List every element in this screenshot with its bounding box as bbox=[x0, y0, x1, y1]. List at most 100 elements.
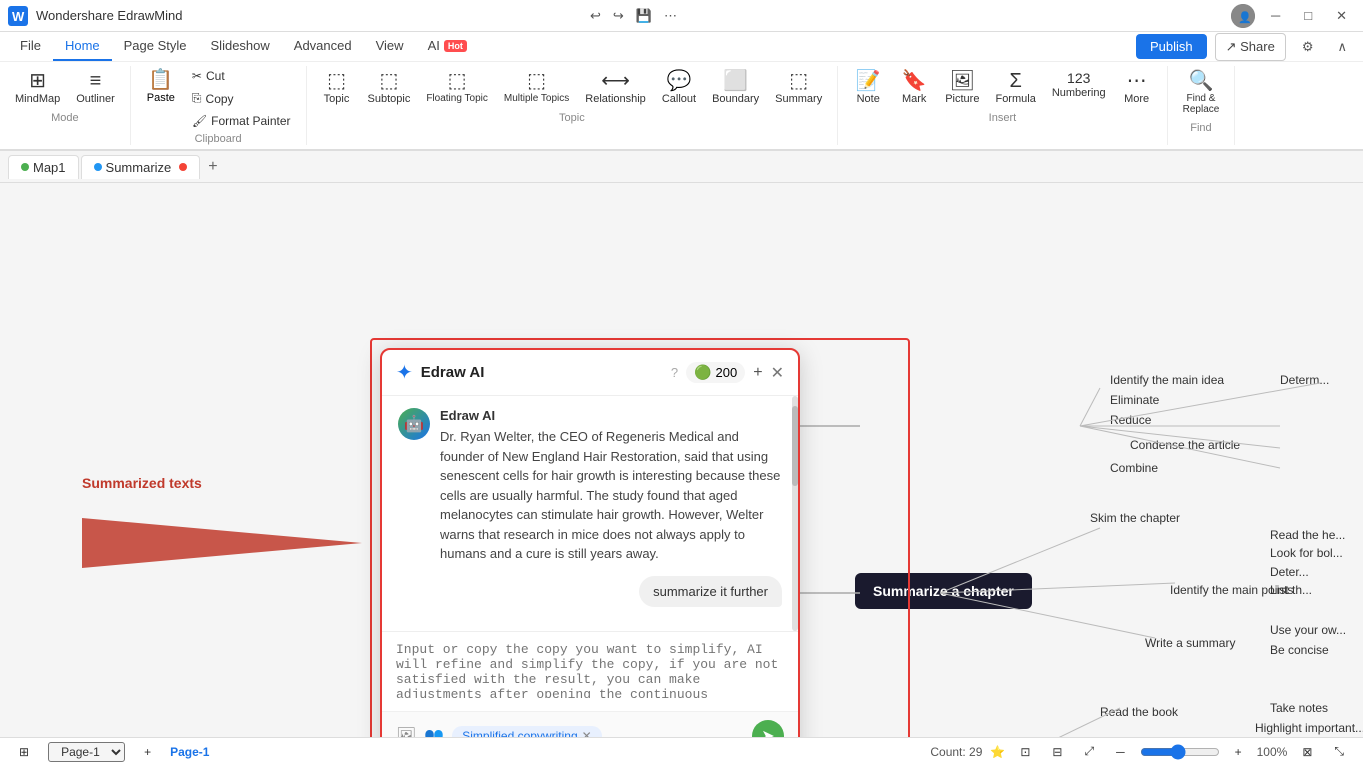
leaf-read-he: Read the he... bbox=[1270, 528, 1345, 542]
publish-button[interactable]: Publish bbox=[1136, 34, 1207, 59]
tag-label: Simplified copywriting bbox=[462, 729, 577, 738]
copy-button[interactable]: ⎘ Copy bbox=[185, 88, 298, 109]
main-area: Summarize the article Summarize a chapte… bbox=[0, 183, 1363, 737]
map1-tab[interactable]: Map1 bbox=[8, 155, 79, 179]
nav-controls: ↩ ↪ 💾 ⋯ bbox=[586, 6, 681, 26]
topic-button[interactable]: ⬚ Topic bbox=[315, 66, 359, 110]
annotation-summarized: Summarized texts bbox=[82, 475, 202, 491]
paste-button[interactable]: 📋 Paste bbox=[139, 66, 183, 131]
ribbon-group-insert: 📝 Note 🔖 Mark 🖼 Picture Σ Formula 123 bbox=[838, 66, 1167, 145]
expand-button[interactable]: ⤡ bbox=[1327, 741, 1351, 762]
add-tokens-button[interactable]: + bbox=[753, 364, 762, 382]
note-button[interactable]: 📝 Note bbox=[846, 66, 890, 110]
ai-dialog-title: Edraw AI bbox=[421, 364, 661, 381]
people-icon[interactable]: 👥 bbox=[424, 726, 444, 738]
add-page-button[interactable]: + bbox=[137, 742, 158, 762]
boundary-button[interactable]: ⬜ Boundary bbox=[705, 66, 766, 110]
page-layout-button[interactable]: ⊞ bbox=[12, 742, 36, 762]
tab-slideshow[interactable]: Slideshow bbox=[199, 32, 282, 61]
page-selector[interactable]: Page-1 bbox=[48, 742, 125, 762]
ribbon-tab-bar: File Home Page Style Slideshow Advanced … bbox=[0, 32, 1363, 62]
ai-input-area: 🖼 👥 Simplified copywriting ✕ ➤ bbox=[382, 631, 798, 738]
redo-button[interactable]: ↪ bbox=[609, 6, 628, 26]
tab-ai[interactable]: AI Hot bbox=[416, 32, 479, 61]
relationship-button[interactable]: ⟷ Relationship bbox=[578, 66, 653, 110]
title-bar: W Wondershare EdrawMind ↩ ↪ 💾 ⋯ 👤 ─ □ ✕ bbox=[0, 0, 1363, 32]
ribbon-settings-button[interactable]: ⚙ bbox=[1294, 35, 1322, 59]
more-icon: ⋯ bbox=[1127, 71, 1147, 91]
zoom-out-button[interactable]: ─ bbox=[1109, 742, 1132, 762]
ai-help-icon[interactable]: ? bbox=[671, 365, 678, 380]
maximize-button[interactable]: □ bbox=[1296, 4, 1320, 27]
ai-avatar: 🤖 bbox=[398, 408, 430, 440]
tag-close-button[interactable]: ✕ bbox=[582, 729, 592, 738]
svg-text:W: W bbox=[12, 9, 25, 24]
ai-dialog-header: ✦ Edraw AI ? 🟢 200 + ✕ bbox=[382, 350, 798, 396]
find-replace-icon: 🔍 bbox=[1189, 71, 1214, 91]
leaf-eliminate: Eliminate bbox=[1110, 393, 1159, 407]
tab-file[interactable]: File bbox=[8, 32, 53, 61]
count-label: Count: 29 bbox=[930, 745, 982, 759]
image-icon[interactable]: 🖼 bbox=[396, 726, 416, 738]
find-replace-button[interactable]: 🔍 Find &Replace bbox=[1176, 66, 1227, 120]
topic-icon: ⬚ bbox=[327, 71, 346, 91]
token-icon: 🟢 bbox=[694, 364, 711, 381]
hot-badge: Hot bbox=[444, 40, 467, 52]
picture-button[interactable]: 🖼 Picture bbox=[938, 66, 986, 110]
ai-dialog-body[interactable]: 🤖 Edraw AI Dr. Ryan Welter, the CEO of R… bbox=[382, 396, 798, 631]
tab-page-style[interactable]: Page Style bbox=[112, 32, 199, 61]
formula-button[interactable]: Σ Formula bbox=[988, 66, 1042, 110]
tab-home[interactable]: Home bbox=[53, 32, 112, 61]
share-icon: ↗ bbox=[1226, 39, 1237, 54]
svg-text:👤: 👤 bbox=[1238, 11, 1252, 24]
format-painter-button[interactable]: 🖌 Format Painter bbox=[185, 111, 298, 131]
subtopic-button[interactable]: ⬚ Subtopic bbox=[361, 66, 418, 110]
callout-button[interactable]: 💬 Callout bbox=[655, 66, 703, 110]
floating-topic-button[interactable]: ⬚ Floating Topic bbox=[419, 66, 495, 109]
leaf-identify-main-idea: Identify the main idea bbox=[1110, 373, 1224, 387]
fit-page-button[interactable]: ⊡ bbox=[1013, 742, 1037, 762]
close-button[interactable]: ✕ bbox=[1328, 4, 1355, 28]
cut-button[interactable]: ✂ Cut bbox=[185, 66, 298, 86]
ribbon-collapse-button[interactable]: ∧ bbox=[1329, 35, 1355, 59]
ribbon: File Home Page Style Slideshow Advanced … bbox=[0, 32, 1363, 151]
subtopic-icon: ⬚ bbox=[379, 71, 398, 91]
cut-icon: ✂ bbox=[192, 69, 202, 83]
add-tab-button[interactable]: + bbox=[202, 156, 223, 178]
more-button[interactable]: ⋯ More bbox=[1115, 66, 1159, 110]
leaf-condense: Condense the article bbox=[1130, 438, 1240, 452]
paste-icon: 📋 bbox=[148, 70, 173, 90]
scroll-thumb[interactable] bbox=[792, 406, 798, 486]
save-button[interactable]: 💾 bbox=[632, 6, 656, 26]
numbering-button[interactable]: 123 Numbering bbox=[1045, 66, 1113, 104]
zoom-in-button[interactable]: + bbox=[1228, 742, 1249, 762]
leaf-take-notes: Take notes bbox=[1270, 701, 1328, 715]
scroll-track[interactable] bbox=[792, 396, 798, 631]
copy-icon: ⎘ bbox=[192, 91, 202, 106]
view-toggle-button[interactable]: ⊟ bbox=[1045, 742, 1069, 762]
outliner-button[interactable]: ≡ Outliner bbox=[69, 66, 122, 110]
branch-summarize-chapter[interactable]: Summarize a chapter bbox=[855, 573, 1032, 609]
mindmap-button[interactable]: ⊞ MindMap bbox=[8, 66, 67, 110]
minimize-button[interactable]: ─ bbox=[1263, 4, 1288, 27]
share-button[interactable]: ↗ Share bbox=[1215, 33, 1286, 61]
ai-tag: Simplified copywriting ✕ bbox=[452, 726, 601, 738]
ai-input-field[interactable] bbox=[396, 642, 784, 698]
multiple-topics-icon: ⬚ bbox=[527, 71, 546, 91]
fit-window-button[interactable]: ⊠ bbox=[1295, 742, 1319, 762]
fullscreen-button[interactable]: ⤢ bbox=[1077, 741, 1101, 762]
map1-dot bbox=[21, 163, 29, 171]
menu-button[interactable]: ⋯ bbox=[660, 6, 681, 26]
ai-send-button[interactable]: ➤ bbox=[752, 720, 784, 738]
leaf-be-concise: Be concise bbox=[1270, 643, 1329, 657]
tab-advanced[interactable]: Advanced bbox=[282, 32, 364, 61]
summarize-tab[interactable]: Summarize bbox=[81, 155, 201, 179]
token-count: 200 bbox=[716, 365, 738, 380]
tab-view[interactable]: View bbox=[364, 32, 416, 61]
ai-close-button[interactable]: ✕ bbox=[771, 363, 784, 383]
undo-button[interactable]: ↩ bbox=[586, 6, 605, 26]
mark-button[interactable]: 🔖 Mark bbox=[892, 66, 936, 110]
canvas-area[interactable]: Summarize the article Summarize a chapte… bbox=[0, 183, 1363, 737]
summary-button[interactable]: ⬚ Summary bbox=[768, 66, 829, 110]
multiple-topics-button[interactable]: ⬚ Multiple Topics bbox=[497, 66, 576, 109]
